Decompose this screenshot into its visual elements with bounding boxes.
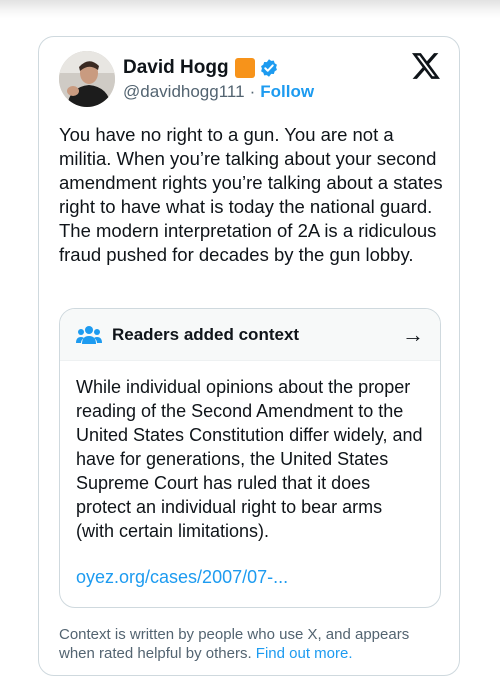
tweet-text: You have no right to a gun. You are not … <box>59 124 443 265</box>
community-note-body: While individual opinions about the prop… <box>76 377 423 541</box>
community-note-source-link[interactable]: oyez.org/cases/2007/07-... <box>76 565 424 589</box>
tweet-card[interactable]: David Hogg @davidhogg111 · Follow You ha… <box>38 36 460 676</box>
avatar[interactable] <box>59 51 115 107</box>
find-out-more-link[interactable]: Find out more. <box>256 645 353 662</box>
community-note[interactable]: Readers added context → While individual… <box>59 308 441 608</box>
community-note-header[interactable]: Readers added context → <box>60 309 440 361</box>
x-logo-icon[interactable] <box>412 53 440 79</box>
people-icon <box>76 325 102 344</box>
arrow-right-icon[interactable]: → <box>402 322 424 348</box>
affiliation-badge-icon <box>234 58 255 78</box>
community-note-title: Readers added context <box>112 324 300 344</box>
follow-button[interactable]: Follow <box>260 82 314 102</box>
separator: · <box>249 82 256 101</box>
top-shadow <box>0 0 500 18</box>
verified-badge-icon <box>260 59 277 77</box>
community-note-footnote: Context is written by people who use X, … <box>59 625 449 663</box>
handle[interactable]: @davidhogg111 <box>123 82 245 102</box>
footnote-text: Context is written by people who use X, … <box>59 626 410 662</box>
display-name[interactable]: David Hogg <box>123 57 229 79</box>
